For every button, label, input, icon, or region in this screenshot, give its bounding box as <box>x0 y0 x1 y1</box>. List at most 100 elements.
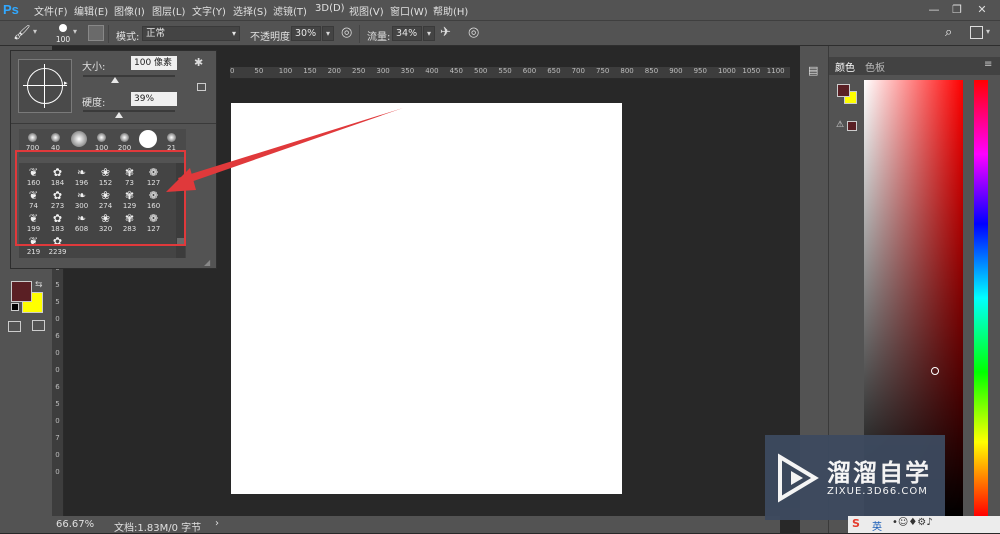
airbrush-icon[interactable]: ✈ <box>440 25 451 40</box>
ruler-tick: 350 <box>400 67 415 75</box>
ruler-tick: 0 <box>55 468 60 476</box>
options-bar: 🖌 ▾ 100 ▾ 模式: 正常 ▾ 不透明度: 30% ▾ ◎ 流量: 34%… <box>0 20 1000 46</box>
tab-color[interactable]: 颜色 <box>835 59 855 74</box>
ruler-tick: 800 <box>620 67 634 75</box>
ruler-tick: 6 <box>55 383 60 391</box>
pressure-size-icon[interactable]: ◎ <box>468 25 479 40</box>
ruler-tick: 1100 <box>766 67 785 75</box>
brush-size-label: 2239 <box>48 248 67 256</box>
menu-window[interactable]: 窗口(W) <box>390 3 428 18</box>
menu-filter[interactable]: 滤镜(T) <box>273 3 307 18</box>
horizontal-ruler: 0 50 100 150 200 250 300 350 400 450 500 550 600 650 7… <box>230 67 790 79</box>
watermark-logo: 溜溜自学 ZIXUE.3D66.COM <box>765 435 945 520</box>
brush-panel-toggle-icon[interactable] <box>88 25 104 41</box>
ruler-tick: 6 <box>55 332 60 340</box>
panel-foreground-swatch[interactable] <box>837 84 850 97</box>
sogou-ime-icon[interactable]: S <box>852 517 860 530</box>
close-button[interactable]: ✕ <box>972 2 992 18</box>
ruler-tick: 650 <box>547 67 561 75</box>
ruler-tick: 100 <box>278 67 293 75</box>
brush-angle-preview[interactable]: ▸ <box>18 59 72 113</box>
restore-button[interactable]: ❐ <box>947 2 967 18</box>
minimize-button[interactable]: — <box>924 2 944 18</box>
ruler-tick: 600 <box>522 67 537 75</box>
ruler-tick: 150 <box>303 67 317 75</box>
ruler-tick: 850 <box>644 67 659 75</box>
ruler-tick: 200 <box>327 67 341 75</box>
menu-image[interactable]: 图像(I) <box>114 3 145 18</box>
history-panel-icon[interactable]: ▤ <box>808 64 818 77</box>
menu-layer[interactable]: 图层(L) <box>152 3 185 18</box>
hardness-slider-thumb[interactable] <box>114 112 123 118</box>
brush-tool-icon[interactable]: 🖌 <box>13 25 31 41</box>
quick-mask-icon[interactable] <box>8 321 21 332</box>
screen-mode-icon[interactable] <box>32 320 45 331</box>
size-input[interactable]: 100 像素 <box>131 56 177 70</box>
flow-input[interactable]: 34% <box>392 26 422 41</box>
brush-size-label: 219 <box>26 248 41 256</box>
brush-preset-picker[interactable]: 100 <box>53 23 73 45</box>
ruler-tick: 500 <box>474 67 488 75</box>
menu-type[interactable]: 文字(Y) <box>192 3 226 18</box>
system-tray: S 英 •☺♦⚙♪ <box>848 516 1000 533</box>
menu-edit[interactable]: 编辑(E) <box>74 3 108 18</box>
soft-brush-icon <box>45 131 66 145</box>
default-colors-icon[interactable] <box>11 303 19 311</box>
watermark-url: ZIXUE.3D66.COM <box>827 486 928 497</box>
ruler-tick: 5 <box>55 298 60 306</box>
hardness-label: 硬度: <box>82 98 106 109</box>
hard-brush-icon <box>137 130 158 148</box>
color-picker-cursor[interactable] <box>931 367 939 375</box>
tool-preset-chevron-icon[interactable]: ▾ <box>33 27 37 36</box>
new-preset-icon[interactable] <box>197 83 206 91</box>
out-of-gamut-warning-icon[interactable]: ⚠ <box>836 120 844 130</box>
ruler-tick: 950 <box>693 67 707 75</box>
play-logo-icon <box>778 453 819 503</box>
soft-brush-icon <box>22 131 43 145</box>
document-info: 文档:1.83M/0 字节 <box>114 523 202 534</box>
hue-slider[interactable] <box>974 80 988 516</box>
size-slider-track[interactable] <box>83 75 175 77</box>
ruler-tick: 7 <box>55 434 60 442</box>
foreground-color-swatch[interactable] <box>11 281 32 302</box>
status-menu-arrow-icon[interactable]: › <box>215 518 219 529</box>
mode-select[interactable]: 正常 ▾ <box>142 26 240 41</box>
swap-colors-icon[interactable]: ⇆ <box>35 280 43 290</box>
ime-mode[interactable]: 英 <box>872 518 882 533</box>
resize-grip-icon[interactable]: ◢ <box>204 258 210 267</box>
flow-dropdown-icon[interactable]: ▾ <box>423 26 435 41</box>
opacity-input[interactable]: 30% <box>291 26 321 41</box>
workspace-chevron-icon[interactable]: ▾ <box>986 27 990 36</box>
ruler-tick: 0 <box>230 67 235 75</box>
ruler-tick: 0 <box>55 315 60 323</box>
menu-file[interactable]: 文件(F) <box>34 3 68 18</box>
photoshop-logo: Ps <box>3 2 19 17</box>
brush-picker-chevron-icon[interactable]: ▾ <box>73 27 77 36</box>
tab-swatches[interactable]: 色板 <box>865 59 885 74</box>
gamut-color-chip[interactable] <box>847 121 857 131</box>
watermark-title: 溜溜自学 <box>827 459 931 487</box>
ruler-tick: 250 <box>352 67 366 75</box>
flow-value: 34% <box>396 28 418 39</box>
pressure-opacity-icon[interactable]: ◎ <box>341 25 352 40</box>
panel-menu-icon[interactable]: ≡ <box>984 59 992 70</box>
menu-select[interactable]: 选择(S) <box>233 3 267 18</box>
opacity-dropdown-icon[interactable]: ▾ <box>322 26 334 41</box>
search-icon[interactable]: ⌕ <box>945 25 952 40</box>
workspace-icon[interactable] <box>970 26 983 39</box>
ruler-tick: 550 <box>498 67 512 75</box>
gear-icon[interactable]: ✱ <box>194 56 203 69</box>
zoom-level[interactable]: 66.67% <box>56 519 94 530</box>
menu-help[interactable]: 帮助(H) <box>433 3 468 18</box>
menu-3d[interactable]: 3D(D) <box>315 3 345 14</box>
ruler-tick: 5 <box>55 400 60 408</box>
menu-view[interactable]: 视图(V) <box>349 3 384 18</box>
size-slider-thumb[interactable] <box>111 77 120 83</box>
panel-tabs: 颜色 色板 ≡ <box>829 57 1000 75</box>
ruler-tick: 1000 <box>718 67 736 75</box>
soft-brush-icon <box>68 131 89 147</box>
ruler-tick: 450 <box>449 67 463 75</box>
ruler-tick: 1050 <box>742 67 761 75</box>
mode-label: 模式: <box>116 32 140 43</box>
ruler-tick: 700 <box>571 67 585 75</box>
